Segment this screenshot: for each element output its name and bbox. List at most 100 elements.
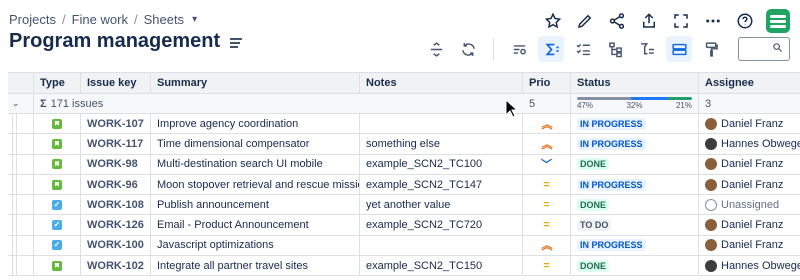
filter-hierarchy-icon[interactable] [634,36,660,62]
cell-assignee[interactable]: Daniel Franz [699,236,800,255]
top-actions [542,9,790,33]
cell-assignee[interactable]: Unassigned [699,195,800,214]
cell-issue-key[interactable]: WORK-96 [81,174,151,195]
column-header-assignee[interactable]: Assignee [699,73,800,93]
row-handle[interactable] [8,174,34,195]
table-row[interactable]: WORK-117 Time dimensional compensator some… [8,134,800,155]
search-input[interactable] [738,37,790,61]
cell-assignee[interactable]: Daniel Franz [699,114,800,133]
chevron-down-icon[interactable]: ⌄ [12,98,20,109]
cell-status[interactable]: DONE [571,154,699,174]
breadcrumb-projects[interactable]: Projects [9,12,56,27]
row-handle[interactable] [8,134,34,154]
cell-summary[interactable]: Moon stopover retrieval and rescue missi… [151,174,360,195]
cell-prio[interactable]: = [523,174,571,195]
cell-status[interactable]: IN PROGRESS [571,174,699,195]
cell-issue-key[interactable]: WORK-126 [81,215,151,235]
cell-assignee[interactable]: Daniel Franz [699,155,800,174]
row-handle[interactable] [8,154,34,174]
cell-issue-key[interactable]: WORK-100 [81,235,151,256]
breadcrumb-sheets[interactable]: Sheets [144,12,184,27]
table-row[interactable]: ✓ WORK-108 Publish announcement yet another… [8,195,800,216]
fullscreen-icon[interactable] [670,10,692,32]
cell-issue-key[interactable]: WORK-102 [81,256,151,276]
cell-assignee[interactable]: Hannes Obwege [699,256,800,275]
refresh-icon[interactable] [455,36,481,62]
cell-assignee[interactable]: Daniel Franz [699,175,800,194]
more-icon[interactable] [702,10,724,32]
paint-format-icon[interactable] [698,36,724,62]
app-logo-icon[interactable] [766,9,790,33]
cell-summary[interactable]: Multi-destination search UI mobile [151,154,360,174]
cell-status[interactable]: IN PROGRESS [571,235,699,256]
table-row[interactable]: ✓ WORK-100 Javascript optimizations ︽ IN PRO… [8,235,800,257]
cell-status[interactable]: DONE [571,195,699,215]
cell-prio[interactable]: ︽ [523,134,571,154]
cell-issue-key[interactable]: WORK-117 [81,134,151,154]
collapse-toggle[interactable]: ⌄ [8,94,34,113]
cell-issue-key[interactable]: WORK-98 [81,154,151,174]
table-row[interactable]: WORK-98 Multi-destination search UI mobil… [8,154,800,175]
cell-summary[interactable]: Javascript optimizations [151,235,360,256]
cell-summary[interactable]: Email - Product Announcement [151,215,360,235]
row-handle[interactable] [8,215,34,235]
row-handle[interactable] [8,256,34,276]
cell-notes[interactable] [360,114,523,134]
cell-notes[interactable]: example_SCN2_TC720 [360,215,523,235]
row-handle[interactable] [8,114,34,134]
checklist-icon[interactable] [570,36,596,62]
table-row[interactable]: WORK-107 Improve agency coordination ︽ IN P… [8,114,800,135]
cell-assignee[interactable]: Daniel Franz [699,215,800,234]
breadcrumb-project[interactable]: Fine work [72,12,128,27]
cell-summary[interactable]: Publish announcement [151,195,360,215]
column-header-prio[interactable]: Prio [523,73,571,93]
cell-issue-key[interactable]: WORK-108 [81,195,151,215]
cell-status[interactable]: TO DO [571,215,699,235]
story-icon [52,179,62,190]
cell-notes[interactable]: example_SCN2_TC150 [360,256,523,276]
cell-status[interactable]: IN PROGRESS [571,134,699,154]
sum-toggle-icon[interactable] [538,36,564,62]
hierarchy-icon[interactable] [602,36,628,62]
column-header-issue-key[interactable]: Issue key [81,73,151,93]
export-icon[interactable] [638,10,660,32]
row-layout-icon[interactable] [666,36,692,62]
title-menu-icon[interactable] [230,37,243,48]
cell-issue-key[interactable]: WORK-107 [81,114,151,134]
cell-status[interactable]: IN PROGRESS [571,114,699,134]
table-row[interactable]: WORK-102 Integrate all partner travel sit… [8,256,800,277]
table-row[interactable]: ✓ WORK-126 Email - Product Announcement exa… [8,215,800,236]
cell-summary[interactable]: Integrate all partner travel sites [151,256,360,276]
status-badge: IN PROGRESS [577,137,646,150]
cell-prio[interactable]: = [523,215,571,235]
row-handle[interactable] [8,235,34,256]
column-header-status[interactable]: Status [571,73,699,93]
share-icon[interactable] [606,10,628,32]
row-handle[interactable] [8,195,34,215]
cell-prio[interactable]: ﹀ [523,154,571,174]
cell-prio[interactable]: = [523,195,571,215]
cell-summary[interactable]: Time dimensional compensator [151,134,360,154]
cell-prio[interactable]: = [523,256,571,276]
column-header-summary[interactable]: Summary [151,73,360,93]
cell-prio[interactable]: ︽ [523,114,571,134]
pencil-icon[interactable] [574,10,596,32]
column-header-type[interactable]: Type [34,73,81,93]
cell-summary[interactable]: Improve agency coordination [151,114,360,134]
cell-notes[interactable]: example_SCN2_TC100 [360,154,523,174]
row-height-icon[interactable] [423,36,449,62]
cell-notes[interactable]: example_SCN2_TC147 [360,174,523,195]
cell-notes[interactable] [360,235,523,256]
cell-status[interactable]: DONE [571,256,699,276]
table-row[interactable]: WORK-96 Moon stopover retrieval and rescu… [8,174,800,196]
column-header-notes[interactable]: Notes [360,73,523,93]
search-settings-icon[interactable] [506,36,532,62]
help-icon[interactable] [734,10,756,32]
cell-notes[interactable]: yet another value [360,195,523,215]
chevron-down-icon[interactable]: ▾ [192,14,197,25]
cell-prio[interactable]: ︽ [523,235,571,256]
cell-notes[interactable]: something else [360,134,523,154]
star-icon[interactable] [542,10,564,32]
cell-type [34,114,81,134]
cell-assignee[interactable]: Hannes Obwege [699,134,800,153]
